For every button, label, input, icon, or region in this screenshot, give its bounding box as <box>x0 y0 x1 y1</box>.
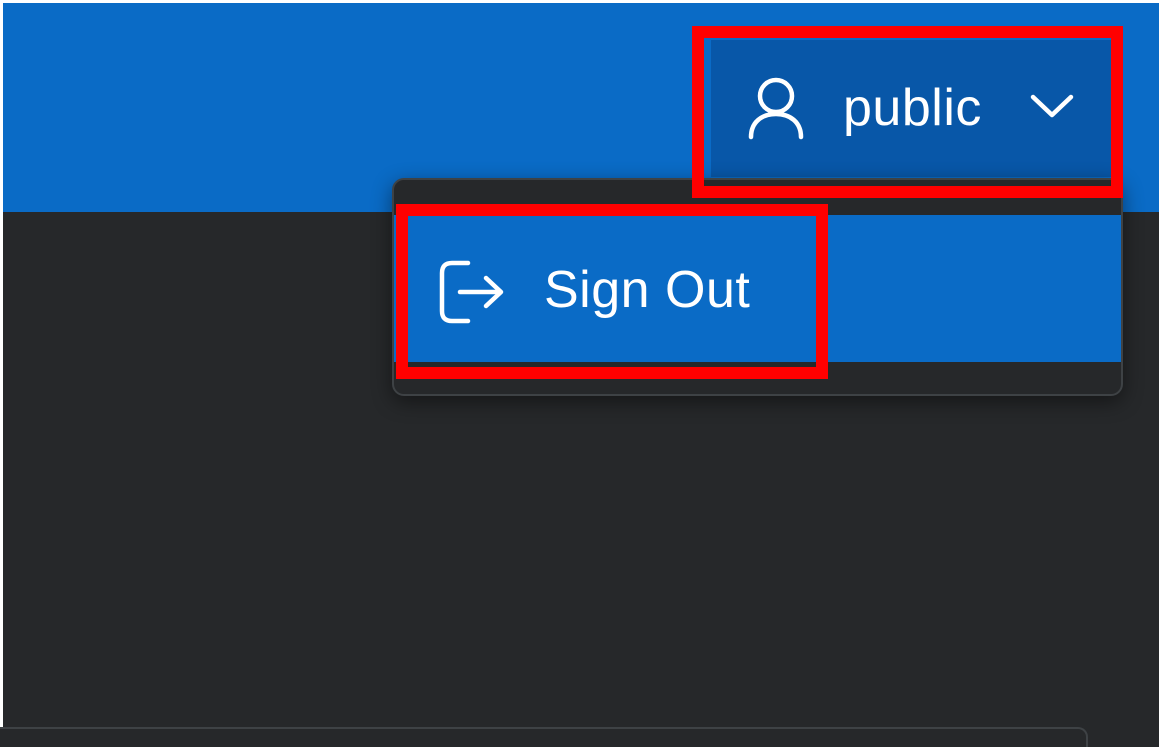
sign-out-label: Sign Out <box>544 261 751 319</box>
user-dropdown-menu: Sign Out <box>392 178 1123 396</box>
user-icon <box>746 75 806 140</box>
user-menu-button[interactable]: public <box>711 40 1111 177</box>
sign-out-icon <box>438 259 508 325</box>
user-menu-label: public <box>843 79 982 137</box>
chevron-down-icon <box>1029 92 1075 120</box>
sign-out-menu-item[interactable]: Sign Out <box>394 215 1121 362</box>
bottom-panel-edge <box>0 727 1088 747</box>
